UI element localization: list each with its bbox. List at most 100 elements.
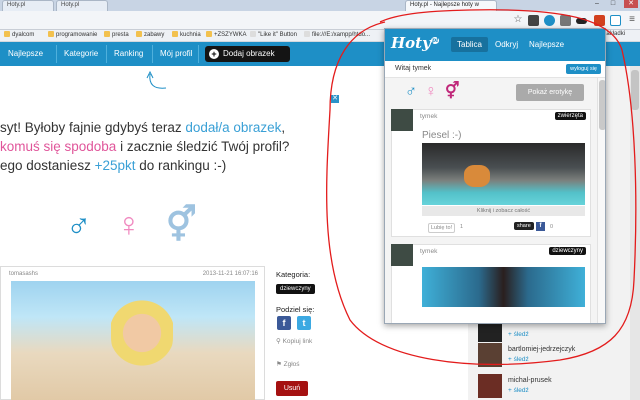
post-date: 2013-11-21 16:07:16 — [202, 271, 258, 277]
folder-icon — [48, 31, 54, 37]
like-label: Lubię to! — [431, 225, 453, 231]
scrollbar-thumb[interactable] — [599, 80, 605, 130]
nav-ranking[interactable]: Ranking — [114, 49, 143, 58]
like-count: 1 — [460, 224, 464, 230]
bookmark-item[interactable]: file:///E:/xampp/htdo... — [304, 31, 370, 38]
avatar[interactable] — [478, 343, 502, 367]
hint-arrow-icon — [146, 70, 167, 89]
hoty-logo[interactable]: Hotypl — [391, 34, 440, 52]
post-image[interactable] — [422, 267, 585, 307]
close-window-button[interactable]: ✕ — [624, 0, 638, 8]
both-filter-icon[interactable]: ⚥ — [445, 84, 459, 100]
both-filter-icon[interactable]: ⚥ — [166, 208, 197, 242]
female-filter-icon[interactable]: ♀ — [425, 84, 437, 100]
extension-icon[interactable] — [544, 15, 555, 26]
nav-separator — [106, 45, 107, 63]
user-list-item[interactable]: michal-prusek + śledź — [478, 374, 628, 398]
browser-tab-active[interactable]: Hoty.pl - Najlepsze hoty w — [405, 0, 497, 11]
hero-points: +25pkt — [94, 158, 136, 173]
glasses-icon[interactable] — [576, 18, 587, 24]
extension-icon[interactable] — [560, 15, 571, 26]
follow-link[interactable]: + śledź — [508, 356, 529, 363]
hoty-extension-icon[interactable] — [610, 15, 621, 26]
twitter-share-button[interactable]: t — [297, 316, 311, 330]
post-image[interactable] — [11, 281, 255, 400]
hero-text: ego dostaniesz — [0, 158, 95, 173]
nav-najlepsze[interactable]: Najlepsze — [8, 49, 43, 58]
bookmark-label: dyalcom — [12, 32, 35, 38]
share-button[interactable]: share — [514, 222, 534, 230]
popup-header: Hotypl Tablica Odkryj Najlepsze — [385, 29, 605, 61]
maximize-button[interactable]: □ — [606, 0, 620, 8]
user-list-item[interactable]: bartlomiej-jedrzejczyk + śledź — [478, 343, 628, 367]
welcome-text: Witaj tymek — [395, 65, 432, 72]
post-image-subject — [464, 165, 490, 187]
report-link[interactable]: ⚑ Zgłoś — [276, 360, 300, 368]
post-image[interactable] — [422, 143, 585, 205]
follow-link[interactable]: + śledź — [508, 387, 529, 394]
post-author[interactable]: tymek — [420, 113, 437, 120]
bookmark-item[interactable]: +ZSZYWKA — [206, 31, 247, 38]
bookmark-item[interactable]: zabawy — [136, 31, 164, 38]
like-button[interactable]: Lubię to! — [428, 223, 456, 233]
logout-button[interactable]: wyloguj się — [566, 64, 601, 74]
bookmark-item[interactable]: dyalcom — [4, 31, 34, 38]
bookmark-item[interactable]: presta — [104, 31, 129, 38]
logo-text: Hoty — [391, 34, 431, 52]
logo-badge: pl — [430, 37, 440, 44]
avatar[interactable] — [478, 374, 502, 398]
plus-icon: + — [209, 49, 219, 59]
male-filter-icon[interactable]: ♂ — [66, 208, 92, 242]
tab-tablica[interactable]: Tablica — [451, 37, 488, 52]
tab-odkryj[interactable]: Odkryj — [489, 37, 524, 52]
popup-scrollbar[interactable] — [597, 78, 605, 323]
tab-najlepsze[interactable]: Najlepsze — [523, 37, 570, 52]
browser-tab[interactable]: Hoty.pl — [56, 0, 108, 11]
popup-user-bar: Witaj tymek wyloguj się — [385, 61, 605, 78]
hero-link-add[interactable]: dodał/a obrazek — [185, 120, 281, 135]
show-erotic-button[interactable]: Pokaż erotykę — [516, 84, 584, 101]
post-author[interactable]: tomasashs — [9, 271, 38, 277]
extension-icon[interactable] — [594, 15, 605, 26]
bookmark-item[interactable]: programowanie — [48, 31, 97, 38]
close-banner-button[interactable]: ✕ — [331, 95, 339, 103]
category-badge[interactable]: dziewczyny — [549, 247, 586, 255]
category-badge[interactable]: dziewczyny — [276, 284, 315, 294]
facebook-share-button[interactable]: f — [536, 222, 545, 231]
follow-link[interactable]: + śledź — [508, 331, 529, 338]
star-icon[interactable]: ☆ — [512, 14, 524, 26]
bookmark-label: +ZSZYWKA — [214, 32, 247, 38]
view-full-link[interactable]: Kliknij i zobacz całość — [422, 206, 585, 216]
minimize-button[interactable]: – — [590, 0, 604, 8]
category-badge[interactable]: zwierzęta — [554, 112, 586, 120]
delete-button[interactable]: Usuń — [276, 381, 308, 396]
avatar[interactable] — [391, 244, 413, 266]
tab-label: Hoty.pl — [7, 2, 26, 8]
facebook-share-button[interactable]: f — [277, 316, 291, 330]
bookmark-item[interactable]: "Like it" Button — [250, 31, 297, 38]
bookmark-item[interactable]: kuchnia — [172, 31, 201, 38]
hero-text: do rankingu :-) — [135, 158, 227, 173]
nav-kategorie[interactable]: Kategorie — [64, 49, 98, 58]
female-filter-icon[interactable]: ♀ — [116, 208, 142, 242]
extension-popup: Hotypl Tablica Odkryj Najlepsze Witaj ty… — [384, 28, 606, 324]
folder-icon — [206, 31, 212, 37]
add-image-button[interactable]: + Dodaj obrazek — [205, 46, 290, 62]
male-filter-icon[interactable]: ♂ — [405, 84, 417, 100]
browser-window: Hoty.pl Hoty.pl Hoty.pl - Najlepsze hoty… — [0, 0, 640, 400]
extension-icon[interactable] — [528, 15, 539, 26]
scrollbar-thumb[interactable] — [631, 70, 639, 110]
post-author[interactable]: tymek — [420, 248, 437, 255]
browser-tab[interactable]: Hoty.pl — [2, 0, 54, 11]
copy-link-label: Kopiuj link — [282, 338, 313, 345]
folder-icon — [136, 31, 142, 37]
folder-icon — [172, 31, 178, 37]
avatar[interactable] — [391, 109, 413, 131]
menu-icon[interactable]: ≡ — [626, 14, 638, 26]
nav-moj-profil[interactable]: Mój profil — [160, 49, 192, 58]
page-scrollbar[interactable] — [630, 66, 640, 400]
copy-link[interactable]: ⚲ Kopiuj link — [276, 337, 312, 345]
share-count: 0 — [550, 224, 554, 230]
user-name[interactable]: bartlomiej-jedrzejczyk — [508, 346, 575, 353]
user-name[interactable]: michal-prusek — [508, 377, 552, 384]
